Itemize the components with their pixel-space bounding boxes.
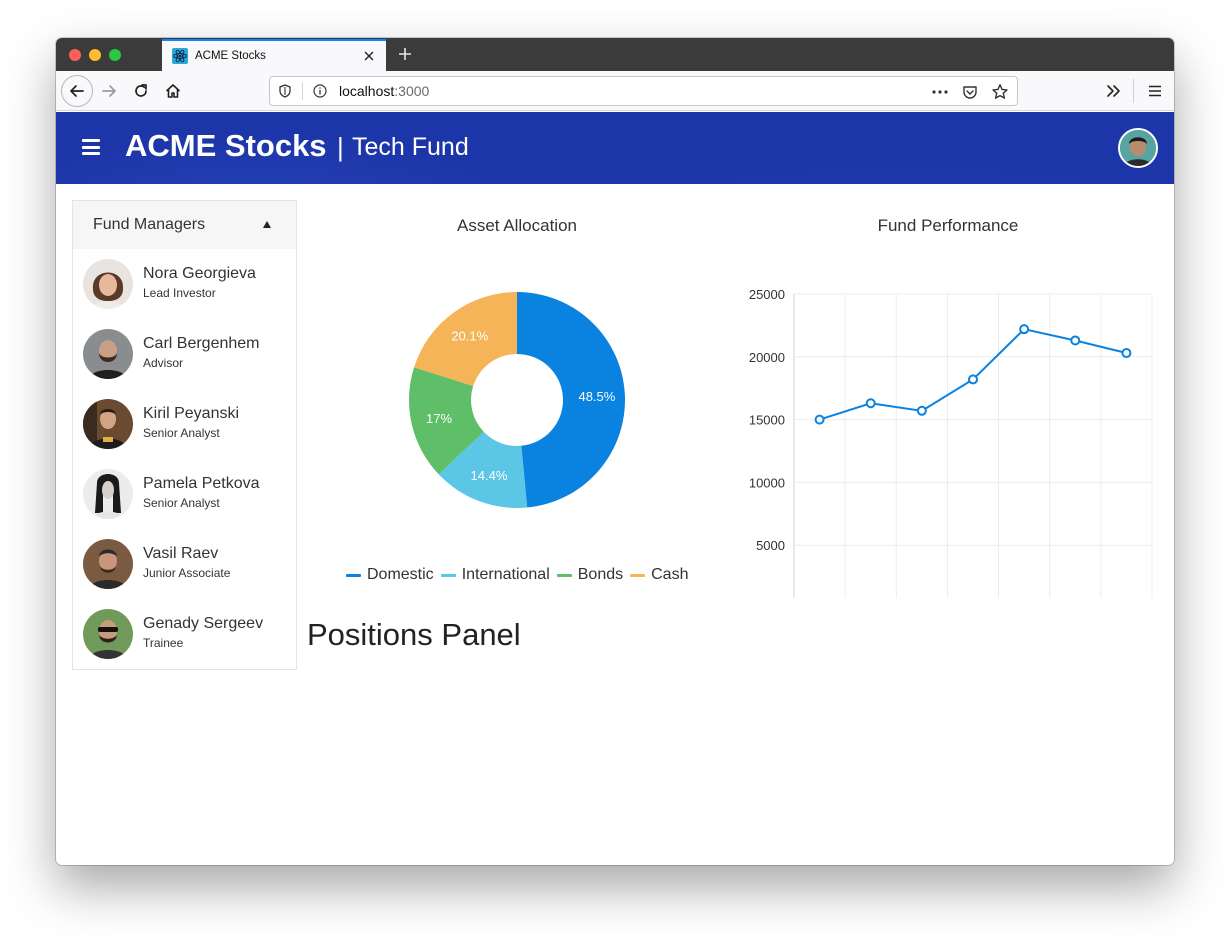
- y-tick-label: 10000: [749, 475, 785, 490]
- legend-swatch: [556, 573, 572, 577]
- manager-name: Nora Georgieva: [143, 265, 256, 282]
- info-icon[interactable]: [309, 80, 331, 102]
- home-icon[interactable]: [158, 76, 188, 106]
- avatar: [83, 259, 133, 309]
- slice-label-international: 14.4%: [471, 468, 508, 483]
- data-point[interactable]: [1121, 348, 1132, 359]
- star-icon[interactable]: [989, 81, 1011, 103]
- address-bar[interactable]: localhost:3000: [269, 76, 1018, 106]
- slice-label-domestic: 48.5%: [578, 389, 615, 404]
- title-bar: ACME Stocks: [56, 38, 1174, 71]
- close-window-button[interactable]: [69, 49, 81, 61]
- toolbar-separator: [1133, 79, 1134, 103]
- manager-role: Senior Analyst: [143, 426, 220, 440]
- manager-role: Lead Investor: [143, 286, 216, 300]
- manager-name: Pamela Petkova: [143, 475, 260, 492]
- y-tick-label: 20000: [749, 350, 785, 365]
- hamburger-icon[interactable]: [82, 139, 100, 155]
- brand-title: ACME Stocks: [125, 128, 327, 163]
- legend-swatch: [440, 573, 456, 577]
- slice-label-bonds: 17%: [426, 411, 452, 426]
- fund-managers-title: Fund Managers: [93, 216, 206, 233]
- data-point[interactable]: [1070, 335, 1081, 346]
- avatar: [83, 469, 133, 519]
- more-icon[interactable]: [929, 81, 951, 103]
- reload-icon[interactable]: [126, 76, 156, 106]
- y-tick-label: 25000: [749, 287, 785, 302]
- browser-toolbar: localhost:3000: [56, 71, 1174, 111]
- legend-swatch: [346, 573, 361, 577]
- list-item[interactable]: Pamela Petkova Senior Analyst: [73, 459, 296, 529]
- manager-role: Trainee: [143, 636, 184, 650]
- plus-icon[interactable]: [394, 43, 416, 65]
- user-avatar[interactable]: [1118, 128, 1158, 168]
- avatar: [83, 399, 133, 449]
- slice-label-cash: 20.1%: [451, 328, 488, 343]
- legend-label: Domestic: [367, 566, 434, 583]
- list-item[interactable]: Genady Sergeev Trainee: [73, 599, 296, 669]
- legend-label: Cash: [651, 566, 689, 583]
- manager-role: Senior Analyst: [143, 496, 220, 510]
- data-point[interactable]: [916, 405, 927, 416]
- close-icon[interactable]: [360, 47, 378, 65]
- y-tick-label: 15000: [749, 413, 785, 428]
- legend-item-bonds[interactable]: Bonds: [556, 566, 624, 584]
- legend-item-domestic[interactable]: Domestic: [346, 566, 434, 584]
- legend-label: Bonds: [577, 566, 624, 583]
- manager-name: Vasil Raev: [143, 545, 219, 562]
- url-host: localhost: [339, 83, 395, 99]
- list-item[interactable]: Kiril Peyanski Senior Analyst: [73, 389, 296, 459]
- overflow-icon[interactable]: [1099, 76, 1129, 106]
- fund-performance-chart: 0500010000150002000025000201420152016201…: [749, 287, 1153, 598]
- positions-panel-title: Positions Panel: [307, 617, 521, 652]
- data-point[interactable]: [968, 374, 978, 385]
- fund-managers-header[interactable]: Fund Managers: [73, 201, 296, 249]
- manager-name: Carl Bergenhem: [143, 335, 260, 352]
- minimize-window-button[interactable]: [89, 49, 101, 61]
- avatar: [83, 329, 133, 379]
- brand-divider: |: [337, 132, 344, 162]
- maximize-window-button[interactable]: [109, 49, 121, 61]
- react-icon: [172, 48, 188, 64]
- y-tick-label: 5000: [756, 538, 785, 553]
- url-port: :3000: [394, 83, 430, 99]
- menu-icon[interactable]: [1140, 76, 1170, 106]
- manager-role: Advisor: [143, 356, 184, 370]
- legend-item-international[interactable]: International: [440, 566, 550, 584]
- asset-allocation-title: Asset Allocation: [456, 216, 577, 235]
- list-item[interactable]: Nora Georgieva Lead Investor: [73, 249, 296, 319]
- app-header: ACME Stocks | Tech Fund: [56, 112, 1174, 184]
- browser-window: ACME Stocks localhost:3000 ACME Stocks |…: [56, 38, 1174, 865]
- manager-role: Junior Associate: [143, 566, 231, 580]
- avatar: [83, 539, 133, 589]
- browser-tab[interactable]: ACME Stocks: [162, 39, 386, 71]
- data-point[interactable]: [865, 398, 876, 409]
- fund-name: Tech Fund: [352, 133, 469, 161]
- shield-icon[interactable]: [274, 80, 296, 102]
- legend-swatch: [630, 573, 646, 577]
- asset-allocation-legend: Domestic International Bonds Cash: [346, 566, 688, 584]
- data-point[interactable]: [814, 414, 825, 425]
- forward-icon[interactable]: [94, 76, 124, 106]
- tab-title: ACME Stocks: [195, 50, 266, 62]
- pocket-icon[interactable]: [959, 81, 981, 103]
- avatar: [83, 609, 133, 659]
- fund-performance-title: Fund Performance: [877, 216, 1019, 235]
- list-item[interactable]: Carl Bergenhem Advisor: [73, 319, 296, 389]
- url-text: localhost:3000: [339, 83, 429, 99]
- back-icon[interactable]: [61, 75, 93, 107]
- fund-managers-panel: Fund Managers Nora Georgieva Lead Invest…: [72, 200, 297, 670]
- legend-item-cash[interactable]: Cash: [630, 566, 688, 584]
- manager-name: Kiril Peyanski: [143, 405, 240, 422]
- list-item[interactable]: Vasil Raev Junior Associate: [73, 529, 296, 599]
- manager-name: Genady Sergeev: [143, 615, 264, 632]
- legend-label: International: [461, 566, 550, 583]
- asset-allocation-chart: 48.5% 14.4% 17% 20.1%: [409, 292, 626, 508]
- series-line: [819, 328, 1127, 421]
- data-point[interactable]: [1019, 324, 1030, 335]
- collapse-caret-icon[interactable]: [263, 221, 271, 228]
